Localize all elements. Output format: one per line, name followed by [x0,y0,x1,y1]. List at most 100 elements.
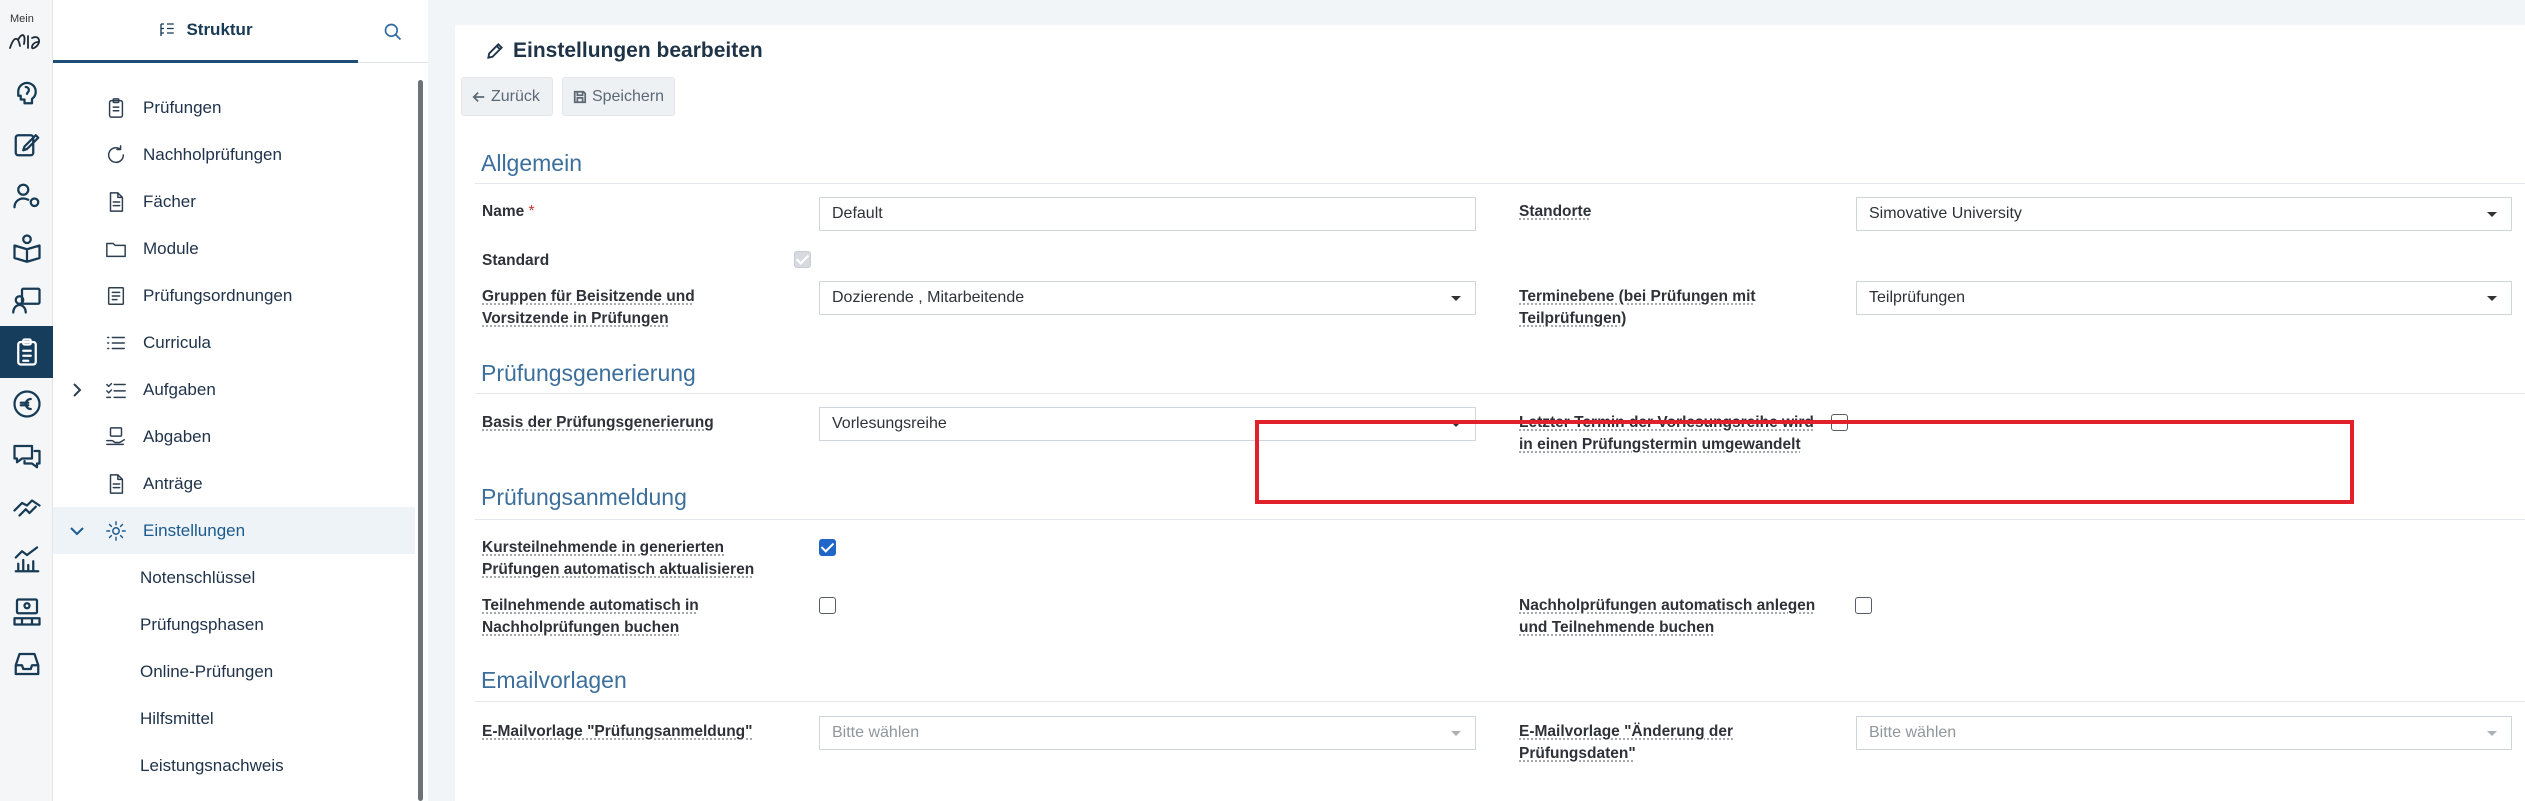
gruppen-label: Gruppen für Beisitzende und Vorsitzende … [482,288,695,327]
name-input[interactable]: Default [819,197,1476,231]
handshake-icon [12,499,41,517]
book-person-icon [12,234,41,263]
tree-item-label: Prüfungsordnungen [143,285,293,305]
tree-item-label: Module [143,238,199,258]
inbox-icon [14,652,39,676]
tree-item-label: Prüfungen [143,97,222,117]
section-divider [475,393,2525,394]
logo-icon [9,34,40,50]
structure-search-button[interactable] [358,0,428,63]
tree-item-pruefungen[interactable]: Prüfungen [53,84,415,131]
refresh-icon [105,144,127,166]
rail-chat[interactable] [0,430,53,482]
rail-statistics[interactable] [0,534,53,586]
email-aenderung-label: E-Mailvorlage "Änderung der Prüfungsdate… [1519,723,1734,762]
tab-struktur[interactable]: Struktur [53,0,358,63]
back-button[interactable]: Zurück [461,77,553,116]
chevron-down-icon[interactable] [69,523,85,539]
teacher-icon [11,287,41,314]
email-anmeldung-select[interactable]: Bitte wählen [819,716,1476,750]
gear-icon [105,520,127,542]
rail-handshake[interactable] [0,482,53,534]
tree-item-antraege[interactable]: Anträge [53,460,415,507]
kursteilnehmende-label: Kursteilnehmende in generierten Prüfunge… [482,539,755,578]
rail-euro[interactable] [0,378,53,430]
structure-scrollbar[interactable] [418,80,423,801]
name-label: Name * [482,203,535,220]
tree-list-icon [160,23,175,36]
statistics-icon [14,546,39,573]
save-button[interactable]: Speichern [562,77,675,116]
floppy-disk-icon [573,90,587,103]
chat-icon [12,444,41,469]
page-title: Einstellungen bearbeiten [485,39,763,63]
kursteilnehmende-checkbox[interactable] [819,539,836,556]
monitor-person-icon [12,598,41,626]
book-icon [105,285,127,307]
email-anmeldung-label: E-Mailvorlage "Prüfungsanmeldung" [482,723,753,740]
rail-lightbulb-head[interactable] [0,66,53,118]
email-aenderung-select[interactable]: Bitte wählen [1856,716,2512,750]
section-divider [475,701,2525,702]
tree-item-faecher[interactable]: Fächer [53,178,415,225]
tree-item-curricula[interactable]: Curricula [53,319,415,366]
rail-user-settings[interactable] [0,170,53,222]
teilnehmende-checkbox[interactable] [819,597,836,614]
terminebene-label: Terminebene (bei Prüfungen mit Teilprüfu… [1519,288,1756,327]
folder-icon [105,238,127,260]
tree-item-label: Notenschlüssel [140,567,256,587]
tree-item-module[interactable]: Module [53,225,415,272]
tree-item-label: Curricula [143,332,212,352]
section-title-emailvorlagen: Emailvorlagen [481,667,627,693]
standard-label: Standard [482,252,550,269]
tree-item-leistungsnachweis[interactable]: Leistungsnachweis [53,742,415,789]
rail-monitor-person[interactable] [0,586,53,638]
tree-item-einstellungen[interactable]: Einstellungen [53,507,415,554]
tree-item-label: Prüfungsphasen [140,614,264,634]
clipboard-icon [105,97,127,119]
hand-upload-icon [105,426,127,448]
user-settings-icon [12,183,39,209]
chevron-right-icon[interactable] [69,382,85,398]
basis-label: Basis der Prüfungsgenerierung [482,414,714,431]
highlight-box [1255,420,2354,504]
tree-item-abgaben[interactable]: Abgaben [53,413,415,460]
rail-teacher[interactable] [0,274,53,326]
required-marker: * [528,203,535,220]
tree-item-nachholpruefungen[interactable]: Nachholprüfungen [53,131,415,178]
tree-item-aufgaben[interactable]: Aufgaben [53,366,415,413]
tree-item-label: Fächer [143,191,196,211]
pencil-icon [487,43,503,59]
document-icon [105,191,127,213]
tree-item-label: Einstellungen [143,520,246,540]
tree-item-online-pruefungen[interactable]: Online-Prüfungen [53,648,415,695]
tree-item-label: Hilfsmittel [140,708,214,728]
section-title-pruefungsanmeldung: Prüfungsanmeldung [481,484,687,510]
tree-item-label: Anträge [143,473,203,493]
arrow-left-icon [472,91,485,102]
rail-inbox[interactable] [0,638,53,690]
gruppen-select[interactable]: Dozierende , Mitarbeitende [819,281,1476,315]
euro-icon [12,390,41,418]
lightbulb-head-icon [16,81,37,105]
rail-clipboard[interactable] [0,326,53,378]
tree-item-label: Nachholprüfungen [143,144,282,164]
standorte-select[interactable]: Simovative University [1856,197,2512,231]
nachhol-label: Nachholprüfungen automatisch anlegen und… [1519,597,1816,636]
structure-tabs: Struktur [53,0,428,63]
edit-icon [14,134,39,157]
standard-checkbox [794,251,811,268]
terminebene-select[interactable]: Teilprüfungen [1856,281,2512,315]
tree-item-notenschluessel[interactable]: Notenschlüssel [53,554,415,601]
rail-edit[interactable] [0,118,53,170]
tree-item-pruefungsphasen[interactable]: Prüfungsphasen [53,601,415,648]
page-title-text: Einstellungen bearbeiten [513,39,763,62]
mein-logo[interactable]: Mein [4,10,49,58]
document-icon [105,473,127,495]
nachhol-checkbox[interactable] [1855,597,1872,614]
tree-item-pruefungsordnungen[interactable]: Prüfungsordnungen [53,272,415,319]
tree-item-label: Online-Prüfungen [140,661,274,681]
rail-book-person[interactable] [0,222,53,274]
tree-item-hilfsmittel[interactable]: Hilfsmittel [53,695,415,742]
list-icon [105,332,127,354]
